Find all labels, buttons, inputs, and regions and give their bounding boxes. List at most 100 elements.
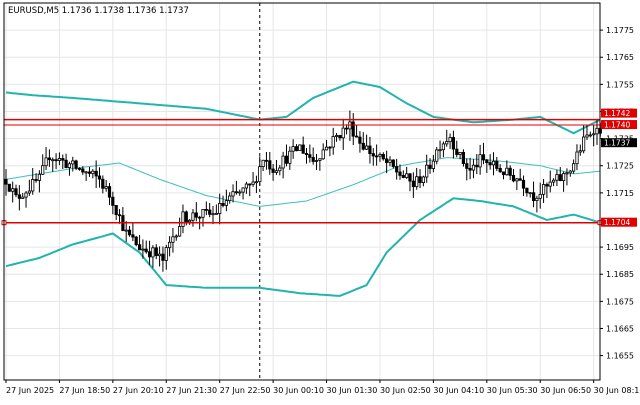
y-tick-label: 1.1655 (606, 352, 634, 361)
candle-body (21, 196, 25, 199)
x-tick-label: 30 Jun 00:10 (273, 386, 324, 395)
candle-body (71, 160, 75, 165)
candle-body (398, 171, 402, 176)
candle-body (161, 253, 165, 261)
candle-body (341, 127, 345, 139)
candle-body (81, 168, 85, 173)
candle-body (151, 247, 155, 258)
candle-body (294, 146, 299, 152)
y-tick-label: 1.1725 (606, 162, 634, 171)
candle-body (144, 248, 148, 253)
candle-body (542, 184, 546, 195)
candle-body (331, 136, 335, 148)
candle-body (114, 204, 118, 215)
candle-body (24, 192, 28, 198)
candle-body (515, 178, 519, 182)
candle-body (11, 188, 15, 192)
candle-body (211, 213, 215, 216)
candle-body (358, 136, 362, 144)
candle-body (498, 167, 502, 173)
candle-body (274, 170, 279, 173)
candle-body (321, 149, 325, 160)
candle-body (338, 135, 342, 139)
y-tick-label: 1.1755 (606, 80, 634, 89)
candle-body (518, 178, 522, 181)
candle-body (578, 150, 582, 153)
candle-body (198, 216, 202, 219)
price-tag-label: 1.1704 (604, 218, 630, 227)
chart: 1.17751.17651.17551.17451.17351.17251.17… (0, 0, 640, 401)
candle-body (475, 164, 479, 168)
candle-body (218, 202, 222, 214)
candle-body (401, 174, 405, 178)
candle-body (548, 181, 552, 187)
candle-body (131, 234, 135, 238)
candle-body (585, 134, 589, 138)
candle-body (174, 235, 178, 238)
candle-body (478, 154, 482, 168)
candle-body (451, 137, 456, 150)
x-tick-label: 27 Jun 22:50 (220, 386, 271, 395)
candle-body (595, 127, 599, 135)
candle-body (314, 159, 319, 162)
candle-body (408, 173, 412, 182)
x-tick-label: 30 Jun 02:50 (380, 386, 431, 395)
candle-body (87, 171, 92, 174)
candle-body (51, 159, 55, 162)
candle-body (458, 151, 462, 155)
candle-body (481, 154, 486, 161)
candle-body (84, 171, 88, 174)
candle-body (374, 155, 379, 158)
candle-body (572, 163, 576, 172)
candle-body (208, 209, 212, 215)
candle-body (565, 172, 569, 175)
candle-body (194, 212, 198, 218)
candle-body (428, 164, 432, 169)
candle-body (177, 226, 182, 237)
candle-body (57, 158, 62, 161)
candle-body (157, 253, 162, 257)
candle-body (511, 174, 516, 182)
candle-body (117, 214, 122, 217)
candle-body (141, 248, 145, 251)
candle-body (7, 183, 11, 192)
candle-body (228, 195, 232, 201)
candle-body (308, 154, 312, 158)
candle-body (455, 148, 459, 155)
x-tick-label: 30 Jun 01:30 (327, 386, 378, 395)
y-tick-label: 1.1675 (606, 297, 634, 306)
candle-body (445, 141, 449, 145)
candle-body (391, 159, 395, 167)
candle-body (435, 149, 439, 162)
candle-body (134, 236, 138, 246)
candle-body (34, 179, 38, 181)
candle-body (27, 190, 32, 194)
y-tick-label: 1.1685 (606, 270, 634, 279)
candle-body (37, 173, 42, 181)
candle-body (368, 145, 372, 154)
candle-body (164, 247, 168, 261)
candle-body (171, 236, 175, 243)
candle-body (371, 153, 375, 157)
candle-body (488, 162, 492, 166)
candle-body (251, 181, 255, 185)
candle-body (204, 208, 208, 211)
candle-body (568, 170, 572, 174)
price-tag-label: 1.1742 (604, 109, 630, 118)
candle-body (448, 137, 452, 142)
candle-body (418, 176, 422, 183)
candle-body (381, 153, 385, 160)
candle-body (31, 179, 35, 192)
candle-body (298, 144, 302, 151)
candle-body (562, 173, 566, 182)
candle-body (438, 149, 442, 152)
candle-body (268, 160, 272, 170)
candle-body (107, 186, 112, 198)
candle-body (167, 241, 172, 249)
x-tick-label: 30 Jun 05:30 (487, 386, 538, 395)
candle-body (361, 142, 365, 150)
candle-body (441, 143, 446, 151)
candle-body (154, 247, 158, 257)
candle-body (415, 176, 419, 187)
x-tick-label: 27 Jun 20:10 (113, 386, 164, 395)
